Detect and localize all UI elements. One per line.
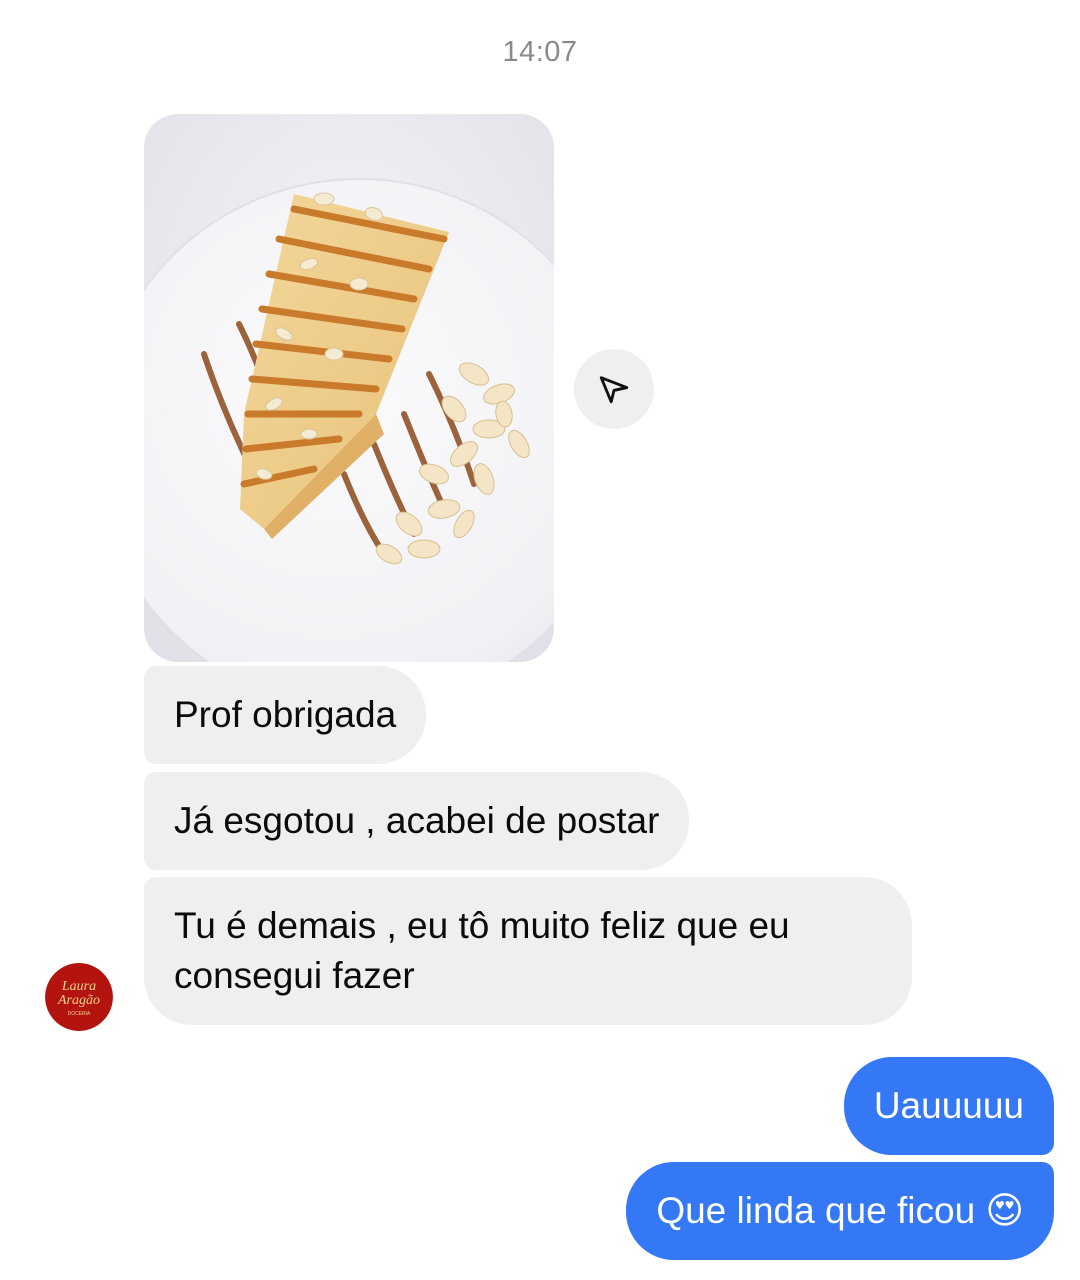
message-text: Já esgotou , acabei de postar — [174, 800, 660, 841]
sender-avatar[interactable]: Laura Aragão DOCERIA — [45, 963, 113, 1031]
message-text: Prof obrigada — [174, 694, 397, 735]
message-text: Uauuuuu — [873, 1085, 1024, 1126]
paper-plane-icon — [599, 376, 629, 404]
incoming-message[interactable]: Tu é demais , eu tô muito feliz que eu c… — [144, 877, 912, 1025]
photo-message[interactable] — [144, 114, 554, 662]
message-text-line: consegui fazer — [174, 955, 415, 996]
svg-text:DOCERIA: DOCERIA — [68, 1011, 91, 1017]
logo-icon: Laura Aragão DOCERIA — [45, 963, 113, 1031]
outgoing-message[interactable]: Uauuuuu — [843, 1057, 1054, 1155]
incoming-message[interactable]: Prof obrigada — [144, 666, 427, 764]
message-text: Que linda que ficou 😍 — [656, 1190, 1024, 1231]
share-button[interactable] — [574, 349, 654, 429]
outgoing-message[interactable]: Que linda que ficou 😍 — [626, 1162, 1054, 1260]
message-timestamp: 14:07 — [502, 36, 578, 68]
cake-photo — [144, 114, 554, 662]
svg-text:Aragão: Aragão — [57, 993, 100, 1008]
svg-text:Laura: Laura — [61, 979, 96, 994]
message-text-line: Tu é demais , eu tô muito feliz que eu — [174, 905, 790, 946]
incoming-message[interactable]: Já esgotou , acabei de postar — [144, 772, 690, 870]
